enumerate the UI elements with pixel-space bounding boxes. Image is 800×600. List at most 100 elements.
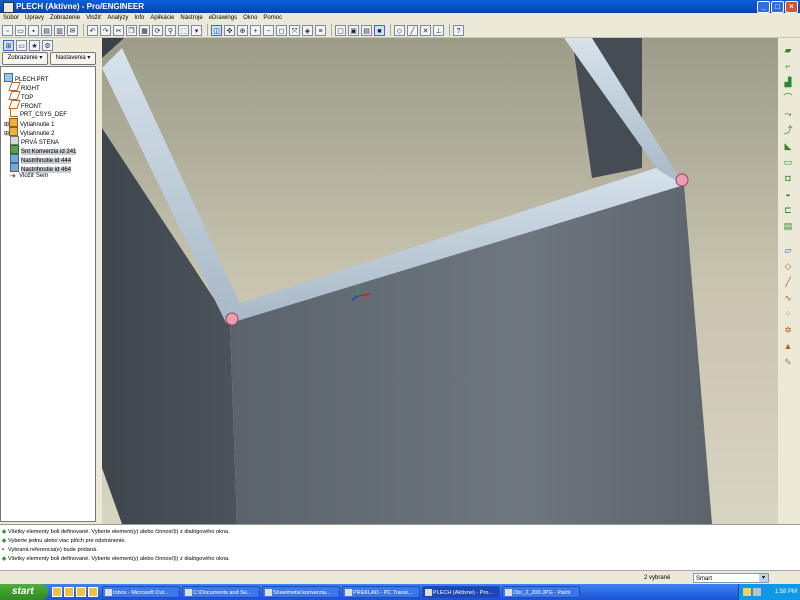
context-help-icon[interactable]: ? (453, 24, 464, 36)
tree-item[interactable]: PRVÁ STENA (10, 136, 59, 146)
tree-item[interactable]: Snt Konverzia id 241 (10, 145, 77, 155)
extrude-wall-icon[interactable]: ▟ (782, 76, 794, 88)
rip-icon[interactable]: ⊏ (782, 204, 794, 216)
corner-relief-marker[interactable] (675, 173, 689, 187)
menu-applications[interactable]: Aplikácie (147, 13, 177, 23)
save-icon[interactable]: ▪ (28, 24, 39, 36)
tree-item[interactable]: PRT_CSYS_DEF (10, 109, 67, 118)
close-button[interactable]: × (785, 1, 798, 13)
tree-item[interactable]: PLECH.PRT (4, 73, 49, 83)
quick-launch-icon[interactable] (64, 587, 74, 597)
taskbar-item[interactable]: PREKLAD - PC Transl... (342, 586, 420, 598)
shading-icon[interactable]: ■ (374, 24, 385, 36)
bend-back-icon[interactable]: ⤴ (782, 124, 794, 136)
taskbar-item[interactable]: Sheetmetal konverzia... (262, 586, 340, 598)
print-icon[interactable]: ▤ (41, 24, 52, 36)
reorient-icon[interactable]: ⤧ (289, 24, 300, 36)
tree-item[interactable]: FRONT (8, 100, 42, 110)
corner-relief-marker[interactable] (225, 312, 239, 326)
graphics-window[interactable] (102, 38, 778, 524)
dropdown-arrow-icon[interactable]: ▾ (191, 24, 202, 36)
zoom-in-icon[interactable]: + (250, 24, 261, 36)
model-tree-icon[interactable]: ⊞ (3, 39, 14, 51)
csys-icon[interactable]: ⊥ (433, 24, 444, 36)
maximize-button[interactable]: □ (771, 1, 784, 13)
layers-icon[interactable]: ≡ (315, 24, 326, 36)
flat-pattern-icon[interactable]: ▤ (782, 220, 794, 232)
tree-item[interactable]: ➜ Vložiť Sem (10, 172, 48, 181)
bend-icon[interactable]: ⌒ (782, 92, 794, 104)
folder-browser-icon[interactable]: ▭ (16, 39, 27, 51)
tree-item[interactable]: ⊞ Vytiahnutie 1 (4, 118, 55, 128)
taskbar-item[interactable]: C:\Documents and Se... (182, 586, 260, 598)
orient-icon[interactable]: ⊕ (237, 24, 248, 36)
no-hidden-icon[interactable]: ▤ (361, 24, 372, 36)
undo-icon[interactable]: ↶ (87, 24, 98, 36)
copy-icon[interactable]: ❐ (126, 24, 137, 36)
redo-icon[interactable]: ↷ (100, 24, 111, 36)
datum-plane-tool-icon[interactable]: ▱ (782, 244, 794, 256)
datum-csys-icon[interactable]: ✲ (782, 324, 794, 336)
refit-icon[interactable]: ◻ (276, 24, 287, 36)
model-view[interactable] (102, 38, 778, 524)
saved-views-icon[interactable]: ◈ (302, 24, 313, 36)
menu-file[interactable]: Súbor (0, 13, 22, 23)
menu-info[interactable]: Info (131, 13, 147, 23)
paste-icon[interactable]: ▦ (139, 24, 150, 36)
datum-axes-icon[interactable]: ╱ (407, 24, 418, 36)
menu-edrawings[interactable]: eDrawings (206, 13, 240, 23)
spin-center-icon[interactable]: ✜ (224, 24, 235, 36)
flange-wall-icon[interactable]: ⌐ (782, 60, 794, 72)
tray-icon[interactable] (753, 588, 761, 596)
taskbar-item[interactable]: PLECH (Aktívne) - Pro... (422, 586, 500, 598)
select-box-icon[interactable]: ⬚ (178, 24, 189, 36)
menu-tools[interactable]: Nástroje (177, 13, 205, 23)
unbend-icon[interactable]: ⤳ (782, 108, 794, 120)
taskbar-item[interactable]: Inbox - Microsoft Out... (102, 586, 180, 598)
connections-icon[interactable]: ⚙ (42, 39, 53, 51)
menu-analysis[interactable]: Analýzy (104, 13, 131, 23)
tree-item[interactable]: Nastrihnutie id 444 (10, 154, 72, 164)
sketch-plane-icon[interactable]: ◇ (782, 260, 794, 272)
print-preview-icon[interactable]: ▥ (54, 24, 65, 36)
quick-launch-icon[interactable] (88, 587, 98, 597)
menu-view[interactable]: Zobrazenie (47, 13, 83, 23)
email-icon[interactable]: ✉ (67, 24, 78, 36)
datum-planes-icon[interactable]: ◇ (394, 24, 405, 36)
tree-item[interactable]: ⊞ Vytiahnutie 2 (4, 127, 55, 137)
minimize-button[interactable]: _ (757, 1, 770, 13)
menu-edit[interactable]: Úpravy (22, 13, 47, 23)
new-file-icon[interactable]: ▫ (2, 24, 13, 36)
cut-icon[interactable]: ▭ (782, 156, 794, 168)
tray-icon[interactable] (743, 588, 751, 596)
regenerate-icon[interactable]: ⟳ (152, 24, 163, 36)
zoom-out-icon[interactable]: − (263, 24, 274, 36)
sketch-tool-icon[interactable]: ✎ (782, 356, 794, 368)
chevron-down-icon[interactable]: ▾ (759, 574, 768, 582)
start-button[interactable]: start (0, 584, 48, 600)
cut-icon[interactable]: ✂ (113, 24, 124, 36)
settings-dropdown[interactable]: Nastavenia ▾ (50, 52, 96, 65)
form-icon[interactable]: ◒ (782, 188, 794, 200)
punch-icon[interactable]: ◘ (782, 172, 794, 184)
menu-insert[interactable]: Vložiť (83, 13, 104, 23)
datum-axis-icon[interactable]: ╱ (782, 276, 794, 288)
analysis-icon[interactable]: ▲ (782, 340, 794, 352)
datum-curve-icon[interactable]: ∿ (782, 292, 794, 304)
menu-window[interactable]: Okno (240, 13, 260, 23)
corner-relief-icon[interactable]: ◣ (782, 140, 794, 152)
menu-help[interactable]: Pomoc (260, 13, 285, 23)
tree-item[interactable]: TOP (8, 91, 33, 101)
selection-filter[interactable]: Smart ▾ (693, 573, 769, 583)
show-dropdown[interactable]: Zobrazenie ▾ (2, 52, 48, 65)
datum-point-icon[interactable]: ⁘ (782, 308, 794, 320)
open-folder-icon[interactable]: ▭ (15, 24, 26, 36)
datum-points-icon[interactable]: ✕ (420, 24, 431, 36)
tree-item[interactable]: RIGHT (8, 82, 40, 92)
taskbar-item[interactable]: Obr_2_200.JPG - Paint (502, 586, 580, 598)
repaint-icon[interactable]: ◫ (211, 24, 222, 36)
favorites-icon[interactable]: ★ (29, 39, 40, 51)
quick-launch-icon[interactable] (52, 587, 62, 597)
find-icon[interactable]: ⚲ (165, 24, 176, 36)
tree-item[interactable]: Nastrihnutie id 464 (10, 163, 72, 173)
